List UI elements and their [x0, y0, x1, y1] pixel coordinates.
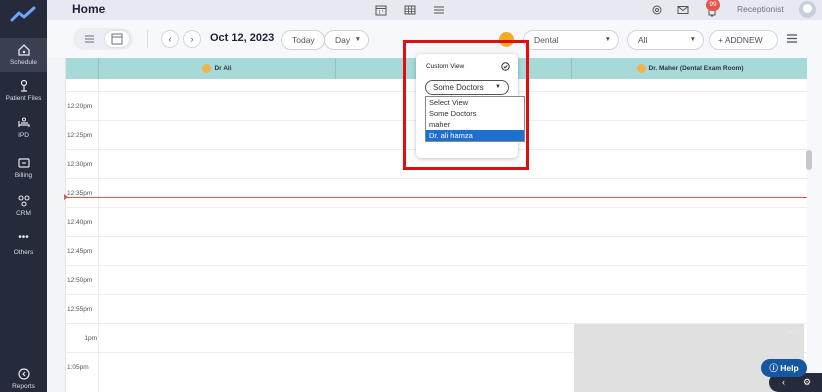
- calendar-view-button[interactable]: [105, 31, 129, 47]
- time-label: 12:55pm: [67, 306, 93, 313]
- sidebar-item-ipd[interactable]: IPD: [0, 116, 47, 139]
- view-toggle: [73, 28, 133, 50]
- caret-down-icon: ▼: [689, 36, 696, 43]
- time-label: 12:40pm: [67, 219, 93, 226]
- doctor-column-header: Dr Ali: [98, 58, 335, 79]
- time-slot-row[interactable]: 12:50pm: [66, 265, 808, 294]
- calendar-icon: [111, 33, 123, 45]
- time-label: 12:20pm: [67, 103, 93, 110]
- doctor-column-header: Dr. Maher (Dental Exam Room): [571, 58, 808, 79]
- time-slot-row[interactable]: 12:40pm: [66, 207, 808, 236]
- today-button-label: Today: [292, 35, 315, 45]
- sidebar-item-label: IPD: [18, 132, 29, 139]
- time-slot-row[interactable]: 12:45pm: [66, 236, 808, 265]
- person-icon: [20, 79, 27, 92]
- billing-icon: [17, 158, 30, 168]
- app-logo-icon[interactable]: [8, 4, 40, 26]
- sidebar: Schedule Patient Files IPD Billing CRM •…: [0, 0, 47, 392]
- sidebar-item-crm[interactable]: CRM: [0, 194, 47, 217]
- notification-badge: 99: [706, 0, 720, 11]
- next-day-button[interactable]: ›: [183, 30, 201, 48]
- help-button[interactable]: ⓘ Help: [761, 359, 807, 377]
- current-date: Oct 12, 2023: [210, 32, 275, 44]
- sidebar-item-others[interactable]: ••• Others: [0, 232, 47, 257]
- sidebar-item-label: Billing: [14, 172, 33, 179]
- doctor-avatar-icon: [202, 63, 212, 73]
- filter-select[interactable]: All ▼: [627, 30, 704, 50]
- chevron-right-icon: ›: [190, 34, 194, 44]
- doctor-avatar-icon: [636, 63, 646, 73]
- hamburger-menu-icon[interactable]: [787, 34, 797, 43]
- caret-down-icon: ▼: [354, 36, 361, 43]
- scrollbar-thumb[interactable]: [806, 150, 812, 170]
- page-title: Home: [72, 2, 106, 16]
- mail-icon[interactable]: [677, 4, 689, 16]
- chevron-left-icon: ‹: [168, 34, 172, 44]
- department-select[interactable]: Dental ▼: [523, 30, 619, 50]
- settings-icon[interactable]: [651, 4, 663, 16]
- user-avatar[interactable]: [799, 1, 816, 18]
- time-label: 1:05pm: [67, 364, 89, 371]
- time-slot-row[interactable]: 12:55pm: [66, 294, 808, 323]
- toolbar-divider: [147, 30, 148, 48]
- list-view-button[interactable]: [77, 31, 101, 47]
- time-label: 12:25pm: [67, 132, 93, 139]
- bed-icon: [17, 117, 30, 127]
- current-time-line: [66, 197, 808, 198]
- grid-icon[interactable]: [404, 4, 416, 16]
- time-label: 12:30pm: [67, 161, 93, 168]
- list-icon: [85, 35, 94, 43]
- sidebar-item-label: Schedule: [9, 59, 38, 66]
- time-label: 12:35pm: [67, 190, 93, 197]
- question-circle-icon: ⓘ: [769, 363, 778, 373]
- sidebar-item-reports[interactable]: Reports: [0, 367, 47, 390]
- crm-icon: [17, 195, 30, 207]
- sidebar-item-schedule[interactable]: Schedule: [0, 38, 47, 72]
- sidebar-item-patient-files[interactable]: Patient Files: [0, 79, 47, 102]
- view-select-value: Day: [335, 35, 351, 45]
- sidebar-item-label: Patient Files: [5, 95, 42, 102]
- time-label: 12:50pm: [67, 277, 93, 284]
- reports-icon: [17, 368, 30, 380]
- calendar-icon[interactable]: [375, 4, 387, 16]
- time-label: 1pm: [84, 335, 97, 342]
- add-new-button[interactable]: + ADDNEW: [709, 30, 778, 50]
- caret-down-icon: ▼: [604, 36, 611, 43]
- more-options-icon[interactable]: ···: [787, 328, 798, 337]
- list-icon[interactable]: [433, 4, 445, 16]
- top-header: Home 99 Receptionist: [47, 0, 822, 20]
- previous-day-button[interactable]: ‹: [161, 30, 179, 48]
- doctor-name: Dr Ali: [214, 65, 232, 72]
- view-select[interactable]: Day ▼: [324, 30, 369, 50]
- more-dots-icon: •••: [18, 232, 29, 243]
- time-label: 12:45pm: [67, 248, 93, 255]
- filter-select-value: All: [638, 35, 648, 45]
- sidebar-item-label: CRM: [16, 210, 31, 217]
- current-time-marker-icon: [64, 194, 68, 200]
- time-slot-row[interactable]: 12:35pm: [66, 178, 808, 207]
- chevron-left-icon[interactable]: ‹: [782, 377, 785, 387]
- gear-icon[interactable]: ⚙: [803, 377, 811, 388]
- today-button[interactable]: Today: [281, 30, 325, 50]
- user-role-label[interactable]: Receptionist: [737, 4, 784, 14]
- sidebar-item-label: Others: [13, 249, 34, 256]
- scrollbar-track: [807, 58, 822, 392]
- sidebar-item-label: Reports: [12, 383, 35, 390]
- highlight-annotation-box: [403, 40, 529, 170]
- sidebar-item-billing[interactable]: Billing: [0, 156, 47, 179]
- help-button-label: Help: [780, 363, 799, 373]
- department-select-value: Dental: [534, 35, 559, 45]
- home-icon: [17, 44, 30, 56]
- doctor-name: Dr. Maher (Dental Exam Room): [648, 65, 744, 72]
